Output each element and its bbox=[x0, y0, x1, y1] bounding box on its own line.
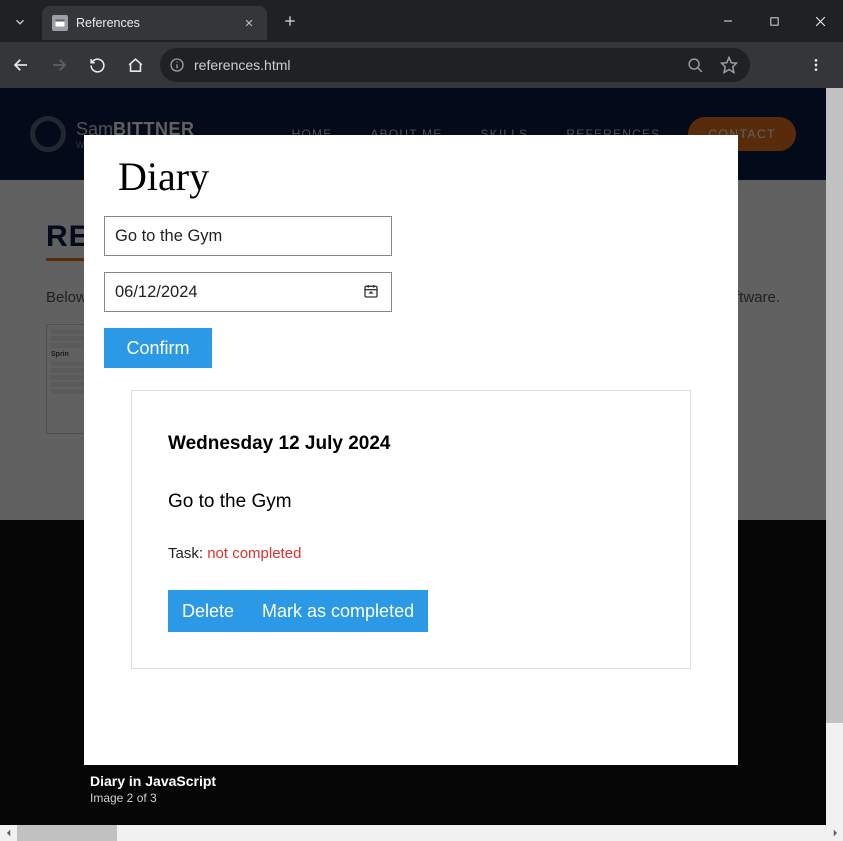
reload-button[interactable] bbox=[80, 48, 114, 82]
maximize-button[interactable] bbox=[751, 0, 797, 42]
horizontal-scroll-thumb[interactable] bbox=[17, 825, 117, 841]
url-input[interactable] bbox=[194, 57, 674, 73]
calendar-icon[interactable] bbox=[363, 283, 381, 301]
zoom-icon[interactable] bbox=[682, 52, 708, 78]
browser-tab[interactable]: References bbox=[42, 6, 267, 40]
delete-button[interactable]: Delete bbox=[168, 590, 248, 632]
home-button[interactable] bbox=[118, 48, 152, 82]
status-value: not completed bbox=[207, 545, 301, 562]
vertical-scrollbar[interactable] bbox=[826, 88, 843, 825]
hscroll-right-arrow[interactable] bbox=[826, 825, 843, 841]
hscroll-left-arrow[interactable] bbox=[0, 825, 17, 841]
mark-completed-button[interactable]: Mark as completed bbox=[248, 590, 428, 632]
close-window-button[interactable] bbox=[797, 0, 843, 42]
diary-entry-card: Wednesday 12 July 2024 Go to the Gym Tas… bbox=[131, 390, 691, 669]
address-bar[interactable] bbox=[160, 48, 750, 82]
browser-menu-button[interactable] bbox=[799, 48, 833, 82]
horizontal-scrollbar[interactable] bbox=[0, 825, 843, 841]
tab-favicon bbox=[52, 15, 68, 31]
window-controls bbox=[705, 0, 843, 42]
minimize-button[interactable] bbox=[705, 0, 751, 42]
task-input[interactable] bbox=[115, 227, 381, 246]
browser-titlebar: References bbox=[0, 0, 843, 42]
task-input-wrapper bbox=[104, 216, 392, 256]
tab-title: References bbox=[76, 16, 233, 30]
new-tab-button[interactable] bbox=[279, 10, 301, 32]
entry-actions: Delete Mark as completed bbox=[168, 590, 428, 632]
entry-task: Go to the Gym bbox=[168, 491, 654, 513]
viewport: SamBITTNER W HOME ABOUT ME SKILLS REFERE… bbox=[0, 88, 843, 841]
date-input-wrapper bbox=[104, 272, 392, 312]
lightbox-caption: Diary in JavaScript Image 2 of 3 bbox=[90, 773, 216, 805]
bookmark-icon[interactable] bbox=[716, 52, 742, 78]
site-info-icon[interactable] bbox=[168, 56, 186, 74]
status-label: Task: bbox=[168, 545, 207, 562]
tab-search-button[interactable] bbox=[6, 8, 34, 36]
tab-close-button[interactable] bbox=[241, 15, 257, 31]
back-button[interactable] bbox=[4, 48, 38, 82]
entry-status: Task: not completed bbox=[168, 545, 654, 562]
forward-button[interactable] bbox=[42, 48, 76, 82]
date-input[interactable] bbox=[115, 283, 363, 302]
vertical-scroll-thumb[interactable] bbox=[826, 88, 843, 723]
entry-date: Wednesday 12 July 2024 bbox=[168, 433, 654, 455]
caption-title: Diary in JavaScript bbox=[90, 773, 216, 789]
diary-modal: Diary Confirm Wednesday 12 July 2024 Go … bbox=[84, 135, 738, 765]
browser-toolbar bbox=[0, 42, 843, 88]
confirm-button[interactable]: Confirm bbox=[104, 328, 212, 368]
caption-counter: Image 2 of 3 bbox=[90, 791, 216, 805]
modal-title: Diary bbox=[118, 153, 728, 200]
